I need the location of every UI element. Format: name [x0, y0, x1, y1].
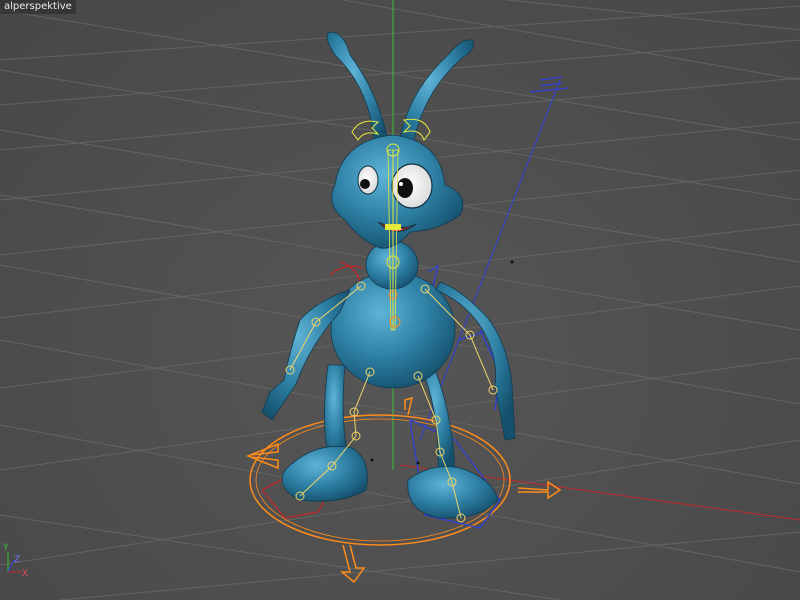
scene-point — [510, 260, 514, 264]
left-leg — [324, 364, 349, 461]
alien-neck — [365, 240, 419, 290]
left-antenna — [326, 31, 391, 151]
viewport-canvas[interactable]: Y Z X — [0, 0, 800, 600]
axis-z-label: Z — [14, 555, 20, 565]
3d-viewport[interactable]: Y Z X alperspektive — [0, 0, 800, 600]
axis-x-label: X — [22, 569, 28, 579]
left-foot — [281, 445, 368, 502]
viewport-title[interactable]: alperspektive — [0, 0, 76, 14]
scene-point — [416, 461, 420, 465]
right-foot — [407, 466, 499, 519]
axis-y-label: Y — [2, 543, 9, 553]
z-axis-marker — [529, 76, 569, 93]
scene-point — [370, 458, 374, 462]
right-antenna — [397, 39, 475, 153]
